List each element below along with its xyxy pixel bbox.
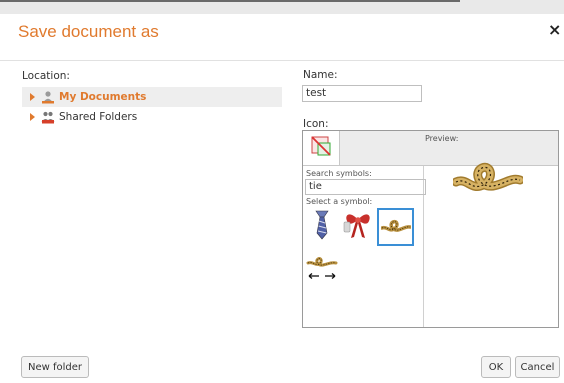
no-symbol-button[interactable] bbox=[303, 131, 340, 165]
ribbon-bow-symbol[interactable] bbox=[341, 208, 375, 242]
cancel-button[interactable]: Cancel bbox=[515, 356, 560, 378]
search-symbols-label: Search symbols: bbox=[306, 169, 372, 178]
name-label: Name: bbox=[303, 69, 338, 81]
shared-folder-icon bbox=[41, 110, 55, 124]
icon-picker-panel: Search symbols: tie Select a symbol: Pre… bbox=[302, 130, 559, 328]
symbol-search-pane: Search symbols: tie Select a symbol: bbox=[303, 166, 426, 327]
necktie-symbol[interactable] bbox=[305, 208, 339, 242]
close-button[interactable]: × bbox=[548, 22, 561, 38]
tree-item-shared-folders[interactable]: Shared Folders bbox=[22, 107, 282, 127]
preview-label: Preview: bbox=[425, 134, 459, 143]
no-symbol-icon bbox=[310, 135, 332, 161]
tree-item-label: Shared Folders bbox=[59, 111, 138, 123]
dialog-title: Save document as bbox=[18, 22, 159, 41]
tree-item-my-documents[interactable]: My Documents bbox=[22, 87, 282, 107]
expand-arrow-icon[interactable] bbox=[30, 93, 35, 101]
ok-button[interactable]: OK bbox=[481, 356, 511, 378]
new-folder-button[interactable]: New folder bbox=[21, 356, 89, 378]
untie-knot-symbol[interactable] bbox=[305, 250, 339, 284]
top-strip bbox=[0, 0, 460, 2]
icon-label: Icon: bbox=[303, 118, 329, 130]
select-symbol-label: Select a symbol: bbox=[306, 197, 373, 206]
header-divider bbox=[0, 60, 564, 61]
location-label: Location: bbox=[22, 70, 70, 82]
knot-preview-image bbox=[451, 154, 525, 204]
search-symbols-input[interactable]: tie bbox=[305, 179, 426, 195]
window-top-bar bbox=[0, 0, 564, 14]
rope-knot-symbol[interactable] bbox=[377, 208, 414, 246]
expand-arrow-icon[interactable] bbox=[30, 113, 35, 121]
tree-item-label: My Documents bbox=[59, 91, 147, 103]
name-input[interactable]: test bbox=[302, 85, 422, 102]
user-folder-icon bbox=[41, 90, 55, 104]
